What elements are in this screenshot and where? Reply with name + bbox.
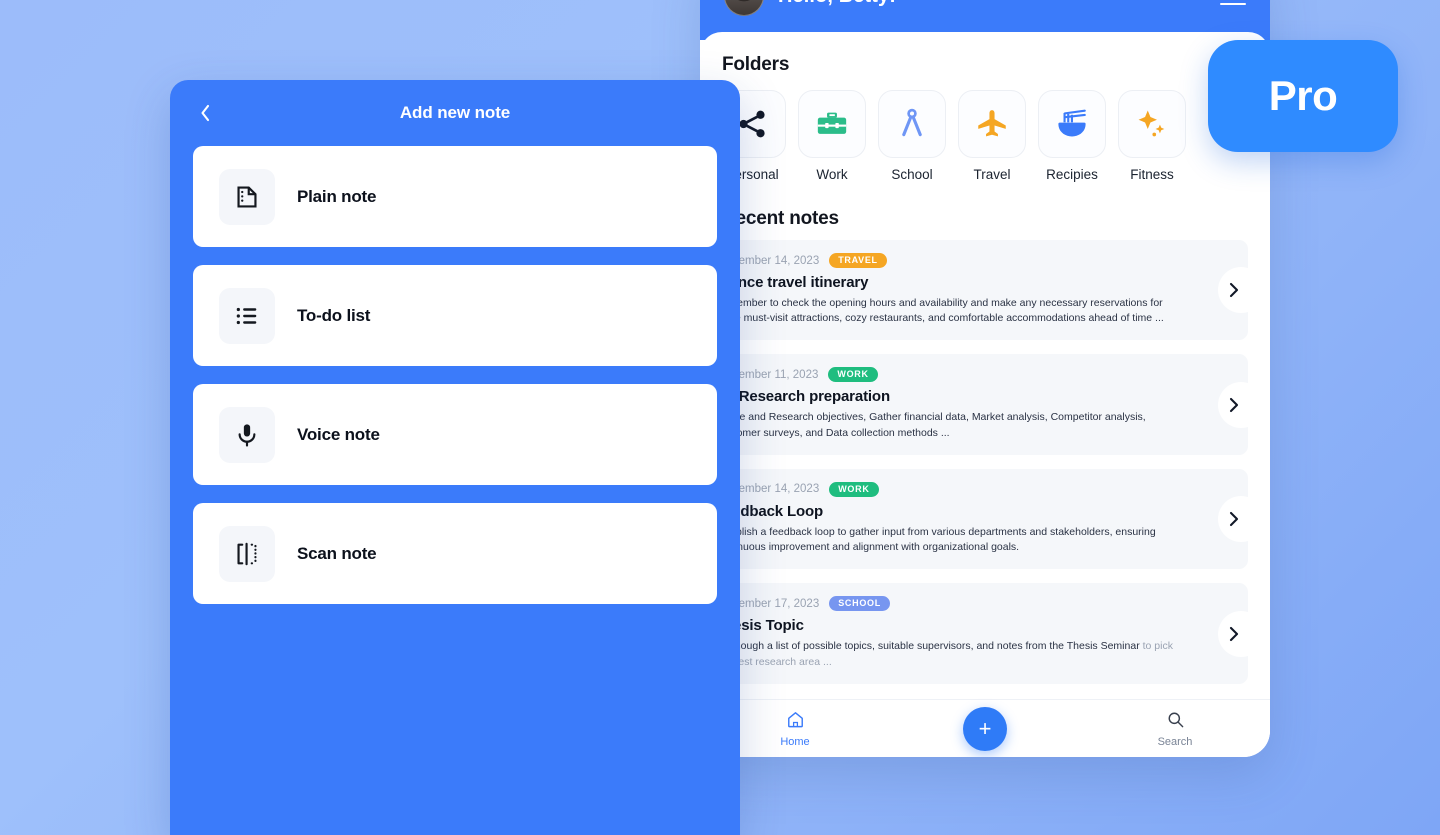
bottom-tabbar: Home Search +: [700, 699, 1270, 757]
note-card[interactable]: September 11, 2023 WORK Q2 Research prep…: [705, 354, 1264, 455]
folder-label: Recipies: [1046, 167, 1098, 182]
tab-search-label: Search: [1157, 735, 1193, 748]
folder-tile: [1118, 90, 1186, 158]
folder-tile: [878, 90, 946, 158]
phone-panel: Hello, Betty! Folders P: [700, 0, 1270, 757]
folder-fitness[interactable]: Fitness: [1118, 90, 1186, 182]
chevron-right-icon: [1229, 512, 1239, 527]
note-badge: TRAVEL: [829, 253, 887, 268]
note-card[interactable]: September 14, 2023 WORK Feedback Loop Es…: [705, 468, 1264, 570]
note-badge: WORK: [828, 367, 878, 383]
recent-notes-heading-wrap: Recent notes: [700, 182, 1270, 230]
sparkle-icon: [1138, 110, 1165, 137]
note-open-button[interactable]: [1218, 267, 1264, 314]
sheet-header: Add new note: [170, 80, 740, 146]
note-meta: September 11, 2023 WORK: [715, 367, 1188, 383]
option-label: Plain note: [297, 186, 377, 206]
note-badge: WORK: [829, 481, 879, 497]
note-body: Go though a list of possible topics, sui…: [715, 639, 1188, 669]
option-label: Voice note: [297, 424, 380, 444]
note-body-text: Remember to check the opening hours and …: [715, 297, 1164, 325]
recent-notes-heading: Recent notes: [722, 208, 839, 229]
user-avatar[interactable]: [724, 0, 764, 16]
note-body: Establish a feedback loop to gather inpu…: [715, 525, 1188, 555]
option-label: Scan note: [297, 543, 377, 563]
note-title: France travel itinerary: [715, 274, 869, 291]
folder-label: Travel: [973, 167, 1011, 182]
home-icon: [787, 711, 803, 727]
chevron-right-icon: [1229, 283, 1239, 298]
folder-school[interactable]: School: [878, 90, 946, 182]
folder-tile: [798, 90, 866, 158]
option-voice-note[interactable]: Voice note: [193, 384, 717, 485]
airplane-icon: [978, 110, 1006, 137]
add-note-sheet: Add new note Plain note To-do list Voice…: [170, 80, 740, 835]
note-body: Remember to check the opening hours and …: [715, 296, 1188, 326]
recent-notes-list: September 14, 2023 TRAVEL France travel …: [700, 230, 1270, 684]
folder-tile: [958, 90, 1026, 158]
tab-search[interactable]: Search: [1080, 710, 1270, 748]
folder-tile: [1038, 90, 1106, 158]
note-meta: September 17, 2023 SCHOOL: [715, 596, 1188, 612]
option-plain-note[interactable]: Plain note: [193, 146, 717, 247]
note-open-button[interactable]: [1218, 496, 1264, 543]
noodle-bowl-icon: [1058, 109, 1086, 137]
microphone-icon: [238, 423, 256, 447]
add-note-fab[interactable]: +: [963, 706, 1007, 751]
folder-label: Work: [816, 167, 848, 182]
folder-label: School: [891, 167, 933, 182]
hamburger-menu-icon[interactable]: [1220, 0, 1246, 5]
note-body-text: Go though a list of possible topics, sui…: [715, 640, 1143, 653]
sheet-title: Add new note: [399, 103, 511, 122]
folder-recipies[interactable]: Recipies: [1038, 90, 1106, 182]
note-meta: September 14, 2023 TRAVEL: [715, 253, 1188, 268]
option-todo-list[interactable]: To-do list: [193, 265, 717, 366]
toolbox-icon: [817, 112, 847, 134]
note-meta: September 14, 2023 WORK: [715, 481, 1188, 497]
note-card[interactable]: September 14, 2023 TRAVEL France travel …: [705, 240, 1264, 341]
option-icon-wrap: [219, 406, 275, 463]
folder-travel[interactable]: Travel: [958, 90, 1026, 182]
note-open-button[interactable]: [1218, 610, 1264, 657]
compass-icon: [902, 108, 922, 137]
note-card[interactable]: September 17, 2023 SCHOOL Thesis Topic G…: [705, 583, 1264, 684]
pro-badge[interactable]: Pro: [1208, 40, 1398, 152]
phone-content: Folders Personal Work School Travel Reci…: [700, 32, 1270, 757]
chevron-right-icon: [1229, 397, 1239, 412]
note-open-button[interactable]: [1218, 381, 1264, 428]
note-title: Thesis Topic: [715, 617, 804, 635]
folders-list: Personal Work School Travel Recipies Fit…: [700, 76, 1270, 182]
app-background: Hello, Betty! Folders P: [0, 0, 1440, 835]
folder-label: Fitness: [1130, 167, 1174, 182]
option-icon-wrap: [219, 168, 275, 225]
option-label: To-do list: [297, 305, 371, 325]
list-icon: [236, 307, 257, 324]
chevron-right-icon: [1229, 626, 1239, 641]
document-icon: [237, 185, 257, 208]
note-body-text: Define and Research objectives, Gather f…: [715, 411, 1146, 439]
option-icon-wrap: [219, 525, 275, 582]
greeting-text: Hello, Betty!: [778, 0, 896, 8]
note-body: Define and Research objectives, Gather f…: [715, 410, 1188, 440]
back-button[interactable]: [192, 100, 218, 126]
chevron-left-icon: [200, 104, 209, 122]
folder-work[interactable]: Work: [798, 90, 866, 182]
search-icon: [1168, 712, 1183, 727]
folders-heading: Folders: [722, 54, 790, 75]
option-scan-note[interactable]: Scan note: [193, 503, 717, 604]
note-title: Q2 Research preparation: [715, 388, 890, 406]
note-title: Feedback Loop: [715, 502, 824, 520]
option-icon-wrap: [219, 287, 275, 344]
note-badge: SCHOOL: [829, 596, 890, 612]
scan-icon: [237, 542, 257, 565]
note-type-options: Plain note To-do list Voice note Scan no…: [170, 146, 740, 604]
note-body-text: Establish a feedback loop to gather inpu…: [715, 525, 1156, 554]
share-icon: [739, 110, 765, 138]
